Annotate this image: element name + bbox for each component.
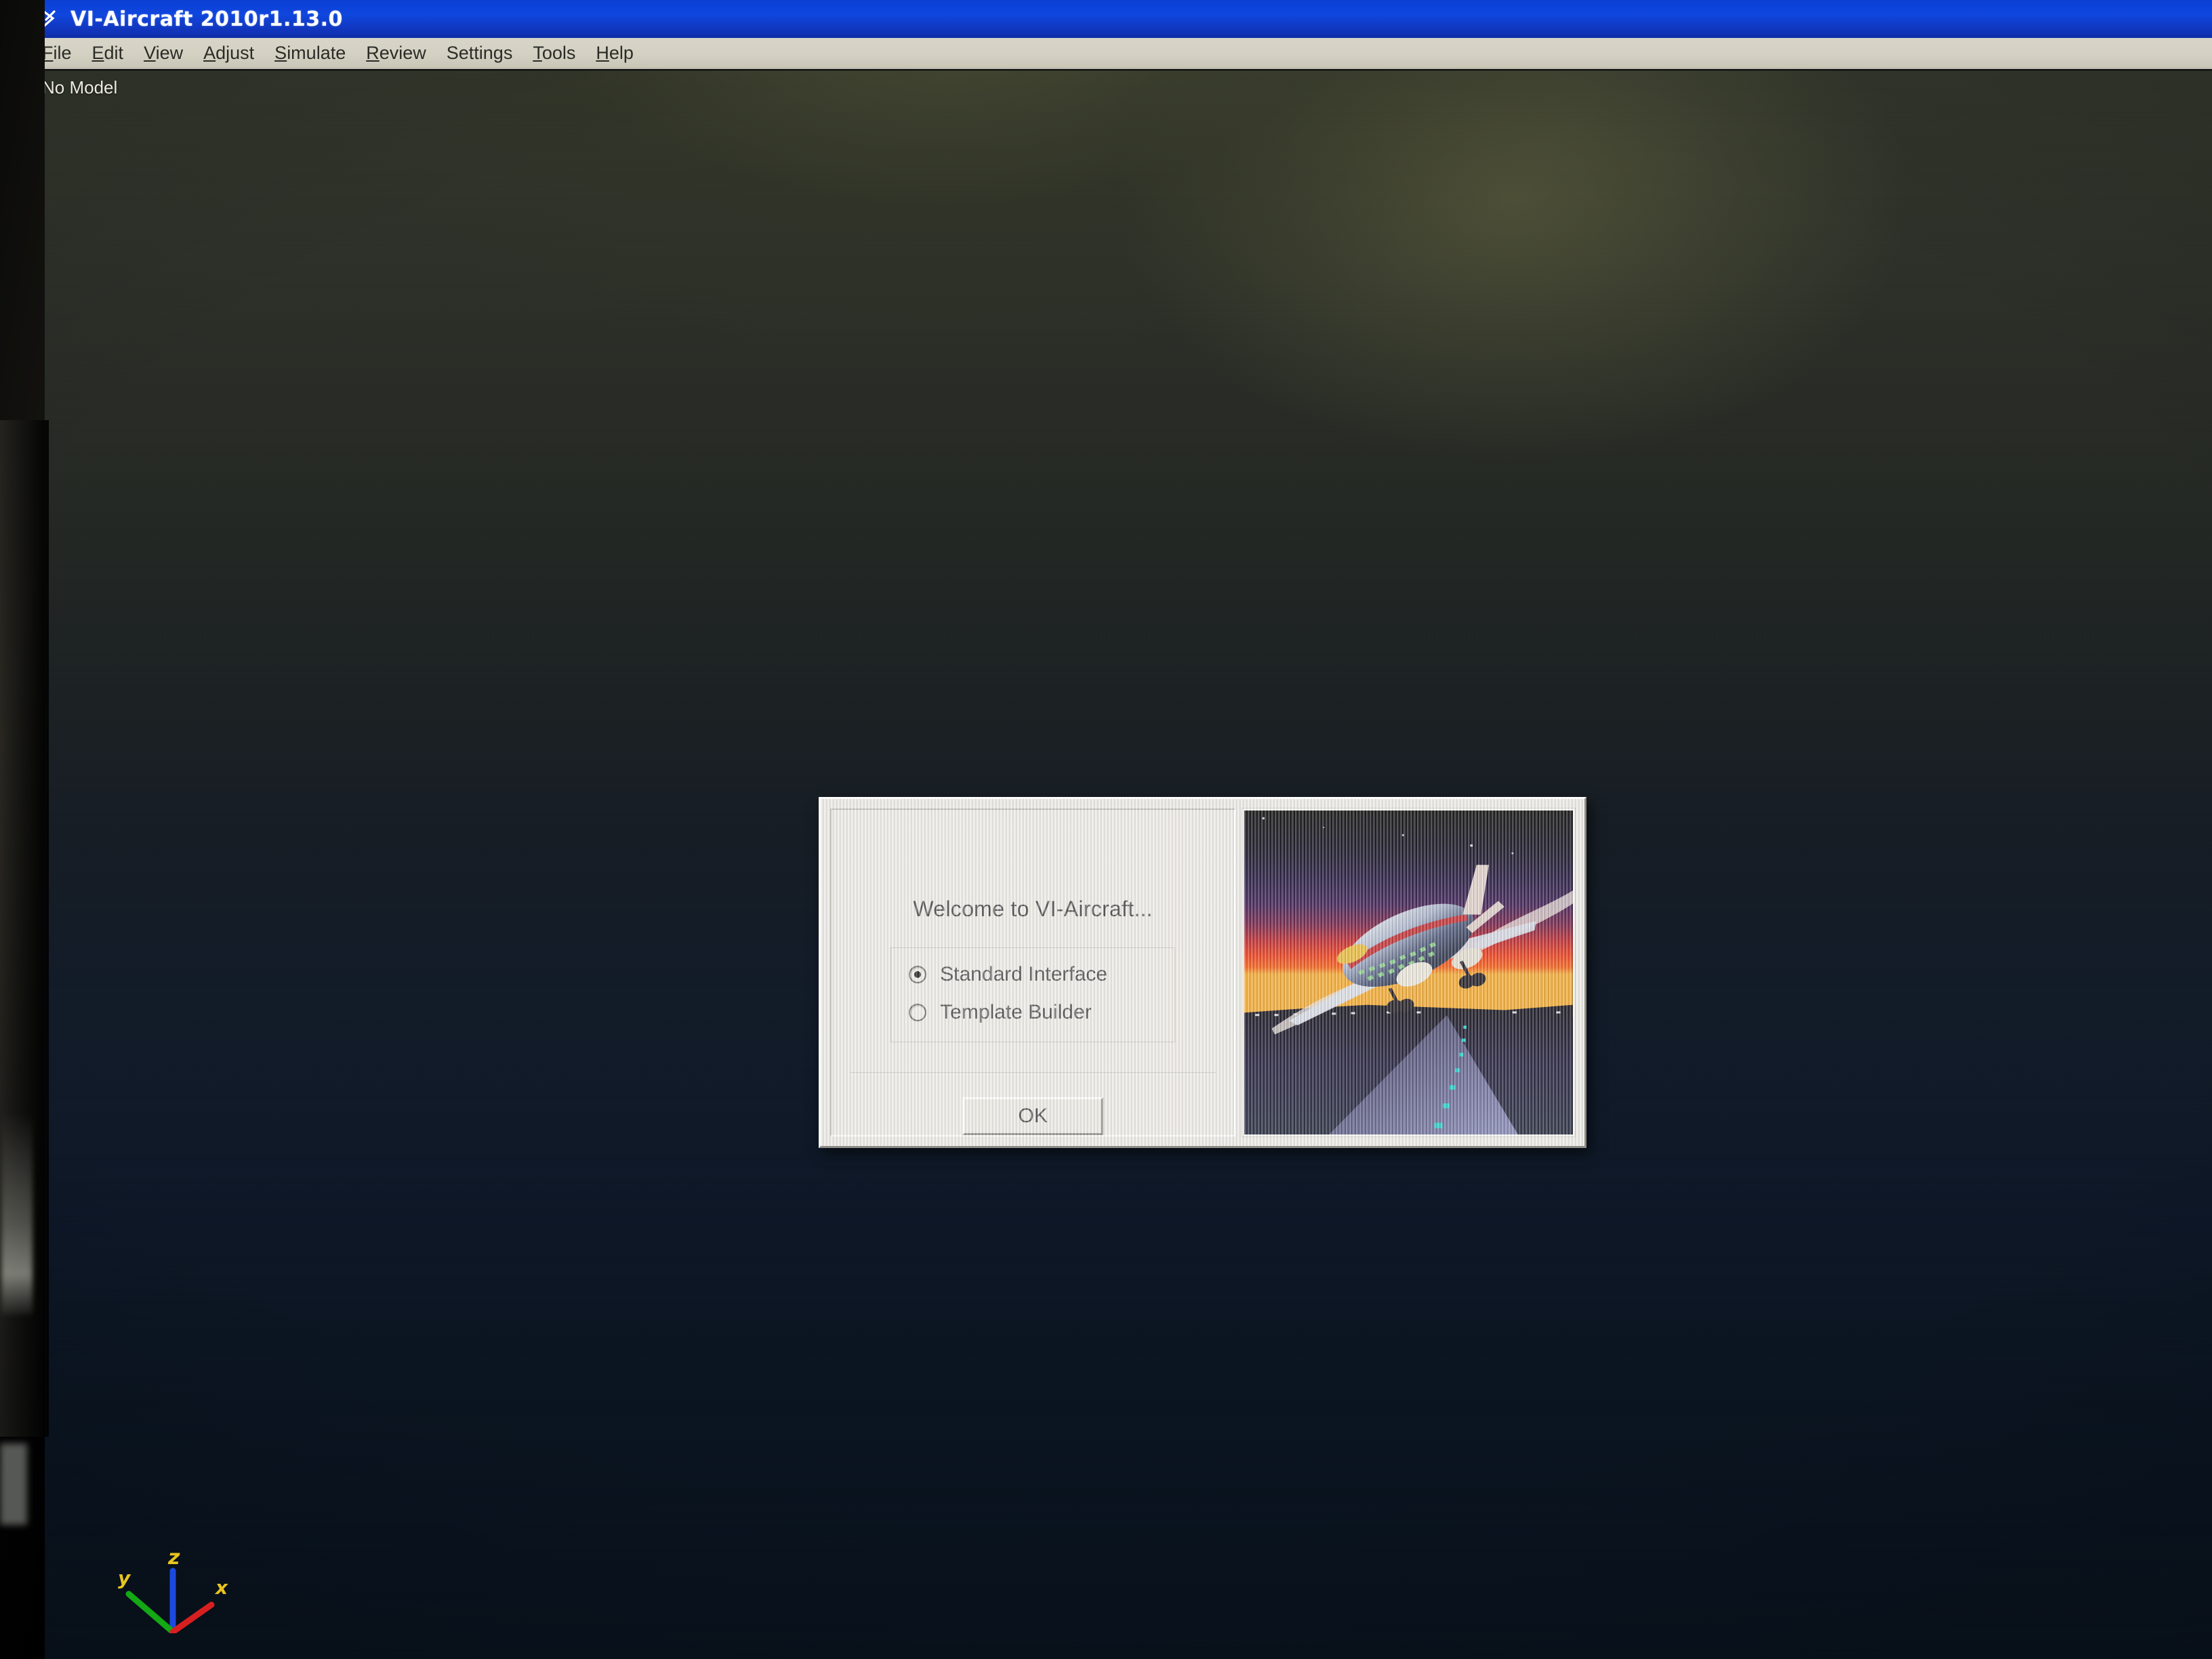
- title-bar: VI-Aircraft 2010r1.13.0: [27, 0, 2212, 38]
- menu-item-help[interactable]: Help: [596, 43, 634, 64]
- monitor-photo: VI-Aircraft 2010r1.13.0 File Edit View A…: [0, 0, 2212, 1659]
- menu-item-tools[interactable]: Tools: [533, 43, 575, 64]
- radio-option-standard-interface[interactable]: Standard Interface: [909, 963, 1174, 986]
- menu-item-edit[interactable]: Edit: [92, 43, 124, 64]
- dialog-content-panel: Welcome to VI-Aircraft... Standard Inter…: [830, 808, 1236, 1136]
- menu-item-file[interactable]: File: [42, 43, 72, 64]
- radio-label-standard-interface: Standard Interface: [940, 963, 1107, 985]
- welcome-dialog: Welcome to VI-Aircraft... Standard Inter…: [819, 797, 1586, 1148]
- ok-button[interactable]: OK: [962, 1097, 1104, 1135]
- menu-item-settings[interactable]: Settings: [447, 43, 513, 64]
- splash-artwork: [1244, 811, 1573, 1134]
- radio-option-template-builder[interactable]: Template Builder: [909, 1001, 1174, 1024]
- menu-item-view[interactable]: View: [144, 43, 183, 64]
- bezel-glint-lower: [0, 1443, 27, 1525]
- svg-text:z: z: [167, 1546, 180, 1570]
- menu-item-simulate[interactable]: Simulate: [274, 43, 346, 64]
- menu-item-adjust[interactable]: Adjust: [203, 43, 254, 64]
- radio-selected-icon[interactable]: [909, 966, 927, 983]
- application-window: VI-Aircraft 2010r1.13.0 File Edit View A…: [27, 0, 2212, 1659]
- bezel-glint: [1, 1111, 33, 1315]
- viewport-status-text: No Model: [42, 77, 118, 98]
- splash-image-panel: [1242, 808, 1576, 1137]
- axis-triad-icon: z y x: [108, 1532, 237, 1633]
- svg-text:x: x: [214, 1576, 228, 1599]
- interface-mode-radio-group[interactable]: Standard Interface Template Builder: [890, 947, 1176, 1042]
- menu-item-review[interactable]: Review: [366, 43, 426, 64]
- radio-label-template-builder: Template Builder: [940, 1001, 1092, 1023]
- svg-text:y: y: [118, 1567, 131, 1589]
- menu-bar[interactable]: File Edit View Adjust Simulate Review Se…: [27, 38, 2212, 69]
- dialog-divider: [850, 1072, 1216, 1074]
- dialog-heading: Welcome to VI-Aircraft...: [913, 897, 1153, 921]
- window-title: VI-Aircraft 2010r1.13.0: [70, 7, 343, 31]
- model-viewport[interactable]: No Model z y x Welcome to VI-Aircraft...…: [27, 70, 2212, 1659]
- radio-unselected-icon[interactable]: [909, 1004, 927, 1021]
